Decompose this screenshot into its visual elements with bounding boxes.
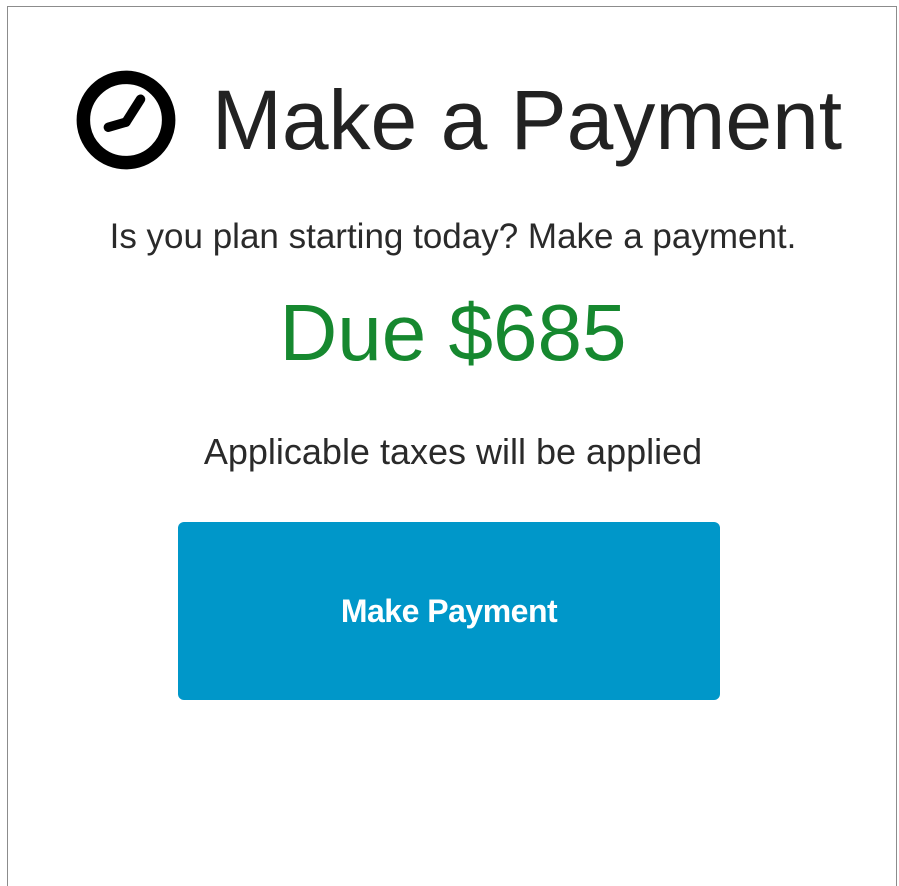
payment-card: Make a Payment Is you plan starting toda…	[7, 6, 897, 886]
heading-row: Make a Payment	[48, 65, 868, 175]
make-payment-button[interactable]: Make Payment	[178, 522, 720, 700]
subtitle-text: Is you plan starting today? Make a payme…	[109, 217, 797, 256]
tax-note: Applicable taxes will be applied	[203, 431, 703, 472]
amount-due: Due $685	[279, 288, 627, 377]
page-title: Make a Payment	[211, 73, 843, 167]
clock-icon	[76, 70, 176, 170]
